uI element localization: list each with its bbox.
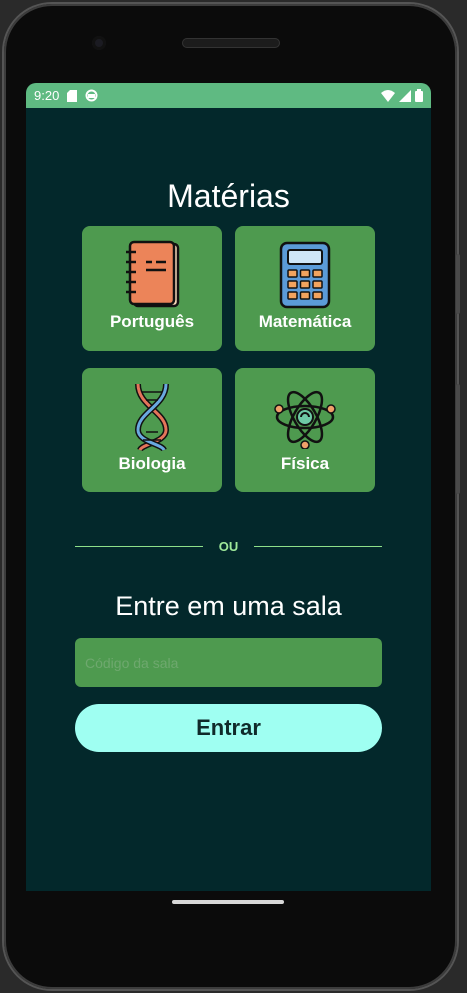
enter-button[interactable]: Entrar <box>75 704 382 752</box>
subject-card-matematica[interactable]: Matemática <box>235 226 375 351</box>
dna-icon <box>134 383 170 452</box>
sync-icon <box>85 89 98 102</box>
join-room-title: Entre em uma sala <box>115 591 342 621</box>
subject-label: Matemática <box>258 312 352 331</box>
subject-label: Português <box>109 312 195 331</box>
calculator-icon <box>279 241 331 309</box>
subject-label: Biologia <box>118 454 186 473</box>
signal-icon <box>399 89 411 102</box>
page-title: Matérias <box>167 178 290 214</box>
divider-line <box>254 545 382 547</box>
sd-card-icon <box>67 89 78 102</box>
front-camera <box>92 36 106 50</box>
app-screen: 9:20 Matérias Português Matemática Biolo… <box>26 83 431 891</box>
subject-grid: Português Matemática Biologia Física <box>82 226 375 492</box>
power-button <box>456 384 460 494</box>
divider-text: OU <box>218 538 239 554</box>
battery-icon <box>415 89 423 102</box>
notebook-icon <box>126 240 180 308</box>
wifi-icon <box>381 89 395 102</box>
room-code-input[interactable] <box>75 638 382 687</box>
earpiece-speaker <box>182 38 280 48</box>
volume-button <box>456 254 460 314</box>
subject-card-portugues[interactable]: Português <box>82 226 222 351</box>
status-bar: 9:20 <box>26 83 431 108</box>
status-time: 9:20 <box>34 88 60 103</box>
subject-card-biologia[interactable]: Biologia <box>82 368 222 492</box>
divider-line <box>75 545 203 547</box>
atom-icon <box>274 390 336 449</box>
subject-label: Física <box>280 454 330 473</box>
home-indicator[interactable] <box>172 900 284 904</box>
or-divider: OU <box>75 536 382 556</box>
subject-card-fisica[interactable]: Física <box>235 368 375 492</box>
